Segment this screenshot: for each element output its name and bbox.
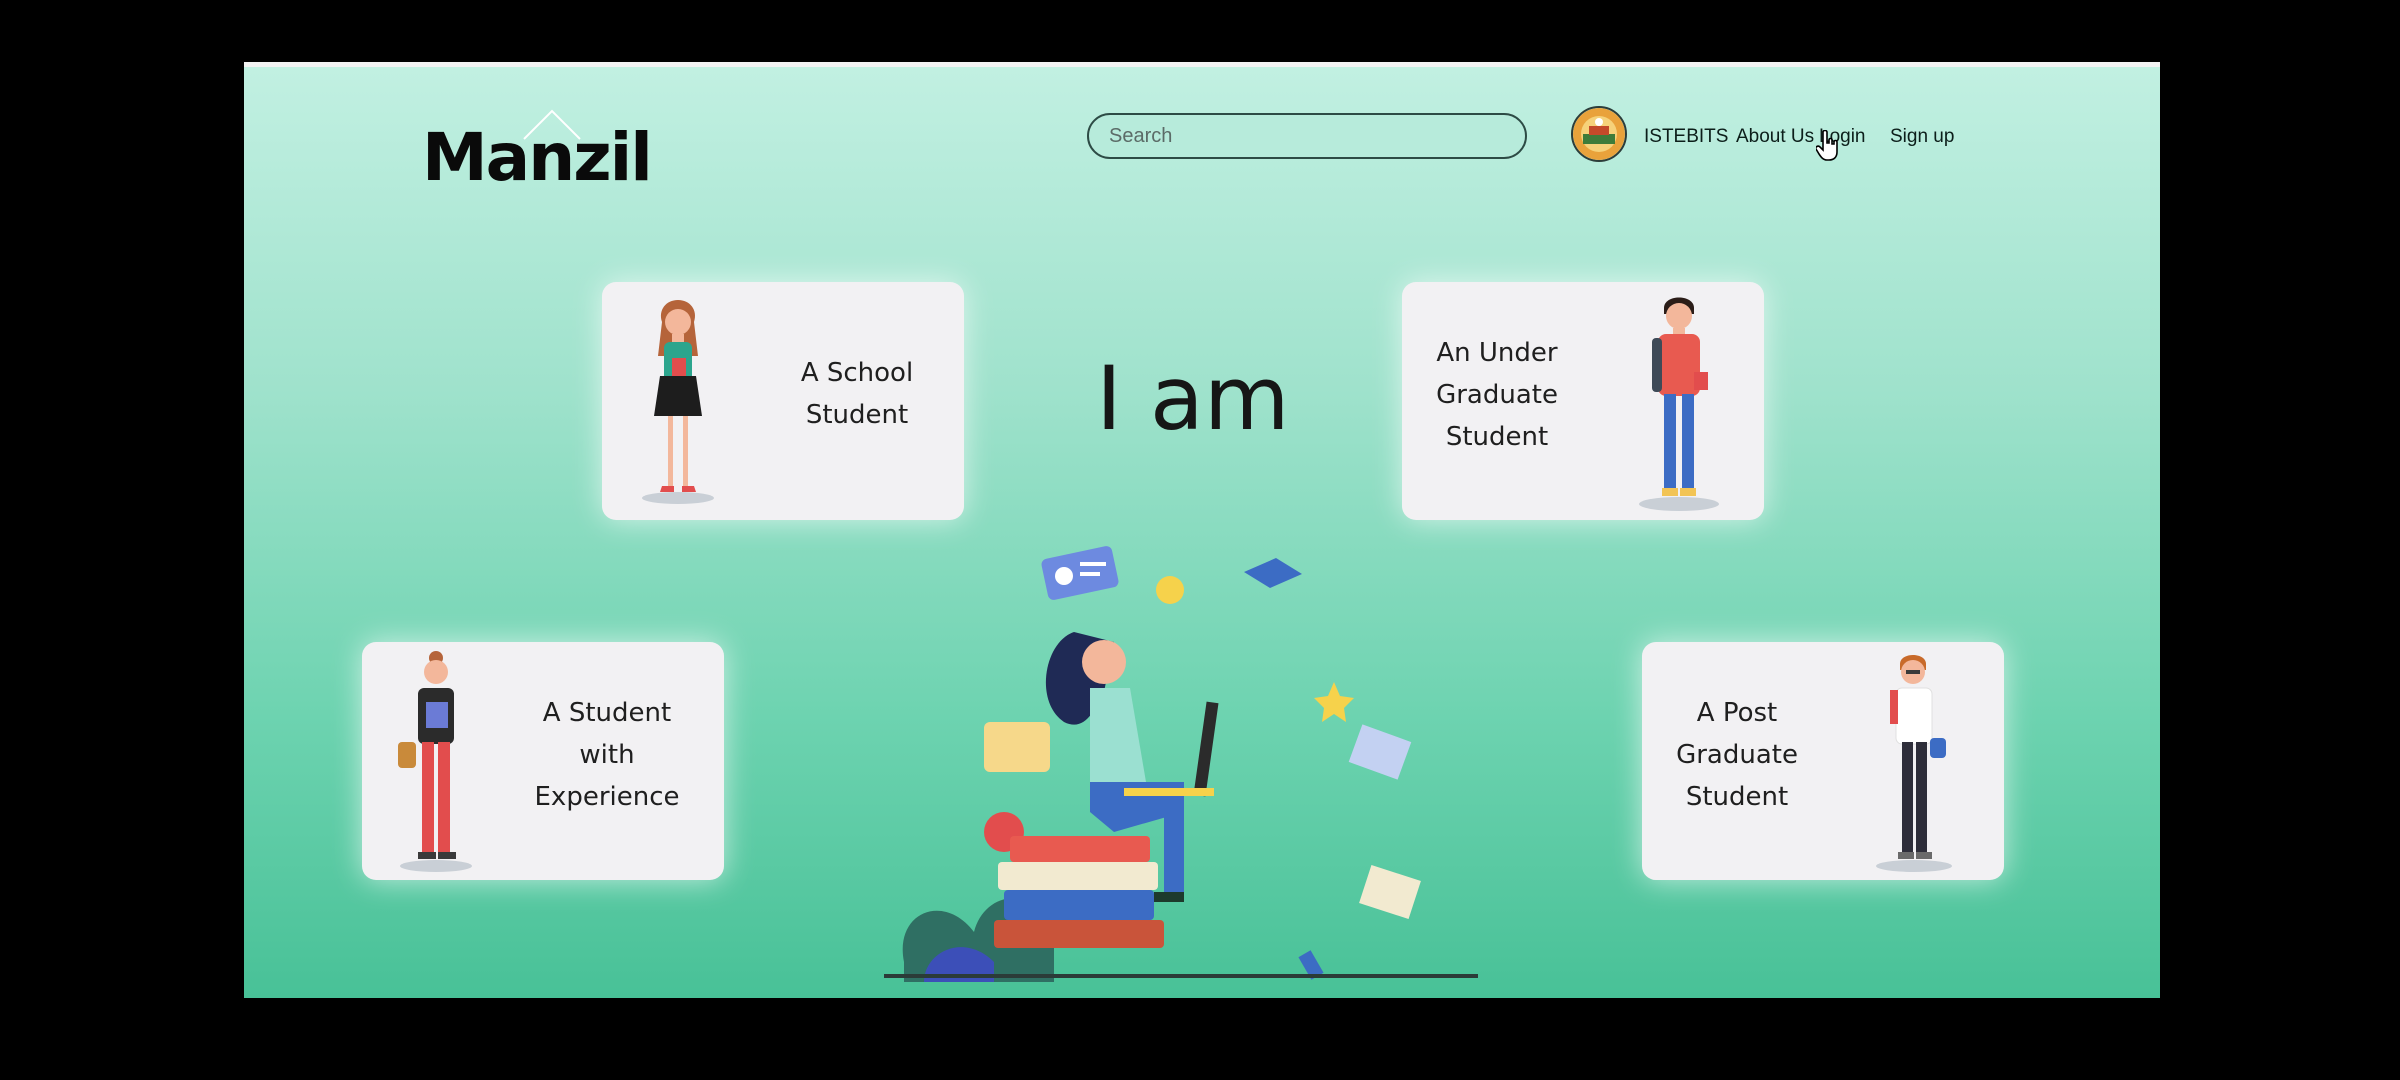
card-school-student[interactable]: A School Student (602, 282, 964, 520)
search-input[interactable] (1087, 113, 1527, 159)
card-label: A School Student (800, 358, 914, 430)
nav-istebits[interactable]: ISTEBITS (1644, 126, 1728, 148)
browser-top-edge (244, 62, 2160, 67)
card-postgraduate-student[interactable]: A Post Graduate Student (1642, 642, 2004, 880)
logo-text: Manzil (422, 119, 653, 196)
card-label: A Post Graduate Student (1676, 698, 1798, 812)
hero-illustration (902, 546, 1421, 982)
cursor-hand-icon (1816, 130, 1838, 161)
nav-sign-up[interactable]: Sign up (1890, 126, 1954, 148)
card-student-with-experience[interactable]: A Student with Experience (362, 642, 724, 880)
school-student-figure (642, 300, 714, 504)
page-heading: I am (1096, 347, 1290, 450)
postgraduate-student-figure (1876, 655, 1952, 872)
illustration-ground-line (884, 974, 1478, 978)
experienced-student-figure (398, 651, 472, 872)
undergraduate-student-figure (1639, 297, 1719, 511)
card-label: A Student with Experience (534, 698, 680, 812)
logo[interactable]: Manzil (422, 107, 653, 217)
web-page: Manzil ISTEBITS About Us Login Sign up I… (244, 62, 2160, 998)
nav-about-us[interactable]: About Us (1736, 126, 1814, 148)
org-avatar[interactable] (1571, 106, 1627, 162)
card-label: An Under Graduate Student (1436, 338, 1558, 452)
avatar-emblem (1573, 108, 1625, 160)
card-undergraduate-student[interactable]: An Under Graduate Student (1402, 282, 1764, 520)
